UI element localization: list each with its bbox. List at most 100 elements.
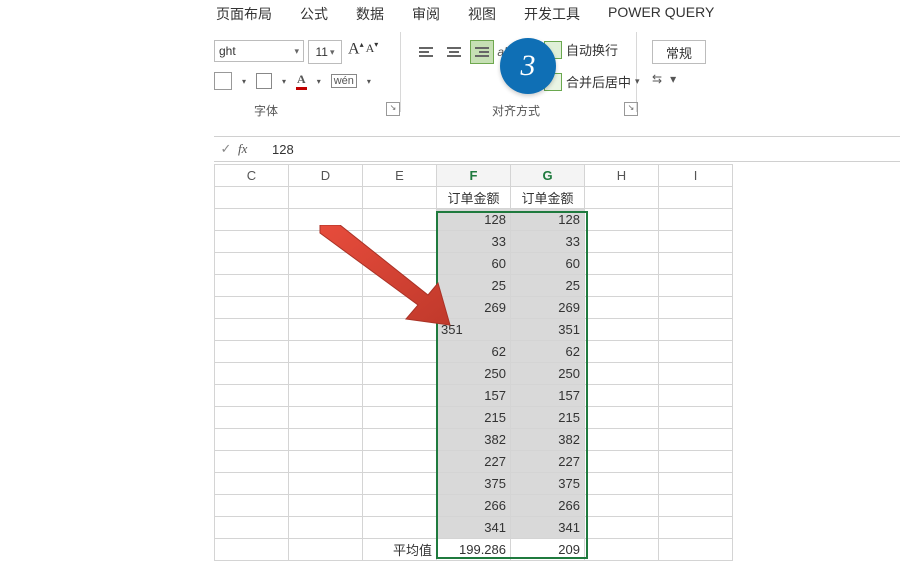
cell[interactable] <box>289 407 363 429</box>
cell[interactable] <box>659 275 733 297</box>
cell[interactable] <box>289 429 363 451</box>
cell[interactable] <box>659 517 733 539</box>
worksheet-grid[interactable]: C D E F G H I 订单金额 订单金额 1281283333606025… <box>214 164 733 561</box>
align-dialog-launcher[interactable]: ↘ <box>624 102 638 116</box>
cell[interactable]: 199.286 <box>437 539 511 561</box>
cell[interactable] <box>363 517 437 539</box>
cell[interactable] <box>363 341 437 363</box>
cell[interactable] <box>289 275 363 297</box>
cell[interactable]: 227 <box>511 451 585 473</box>
cell[interactable]: 62 <box>511 341 585 363</box>
tab-page-layout[interactable]: 页面布局 <box>216 4 272 24</box>
cell[interactable] <box>585 231 659 253</box>
font-grow-shrink[interactable]: A▴ A▾ <box>348 40 378 58</box>
cell[interactable] <box>585 495 659 517</box>
cell[interactable]: 25 <box>511 275 585 297</box>
column-header-i[interactable]: I <box>659 165 733 187</box>
cell[interactable] <box>289 363 363 385</box>
column-header-f[interactable]: F <box>437 165 511 187</box>
cell[interactable]: 341 <box>437 517 511 539</box>
cell[interactable]: 375 <box>437 473 511 495</box>
cell[interactable] <box>289 253 363 275</box>
cell[interactable] <box>289 451 363 473</box>
cell[interactable]: 341 <box>511 517 585 539</box>
formula-bar-value[interactable]: 128 <box>266 142 294 157</box>
cell[interactable]: 266 <box>511 495 585 517</box>
increase-font-icon[interactable]: A▴ <box>348 40 364 58</box>
column-header-h[interactable]: H <box>585 165 659 187</box>
tab-review[interactable]: 审阅 <box>412 4 440 24</box>
cell[interactable] <box>659 407 733 429</box>
cell[interactable] <box>363 407 437 429</box>
cell[interactable]: 157 <box>437 385 511 407</box>
cell[interactable] <box>659 385 733 407</box>
cell[interactable] <box>659 429 733 451</box>
cell[interactable] <box>659 539 733 561</box>
align-center-button[interactable] <box>442 40 466 64</box>
cell[interactable] <box>215 429 289 451</box>
tab-formulas[interactable]: 公式 <box>300 4 328 24</box>
cell[interactable] <box>585 539 659 561</box>
cell[interactable] <box>659 341 733 363</box>
font-dialog-launcher[interactable]: ↘ <box>386 102 400 116</box>
tab-view[interactable]: 视图 <box>468 4 496 24</box>
column-header-d[interactable]: D <box>289 165 363 187</box>
cell[interactable] <box>289 231 363 253</box>
cell[interactable] <box>659 231 733 253</box>
cell[interactable]: 382 <box>511 429 585 451</box>
cell[interactable] <box>289 385 363 407</box>
cell[interactable] <box>363 231 437 253</box>
tab-data[interactable]: 数据 <box>356 4 384 24</box>
cell[interactable] <box>289 539 363 561</box>
cell[interactable] <box>585 385 659 407</box>
cell[interactable]: 209 <box>511 539 585 561</box>
cell[interactable] <box>215 407 289 429</box>
cell[interactable]: 375 <box>511 473 585 495</box>
cell[interactable]: 订单金额 <box>437 187 511 209</box>
cell[interactable] <box>215 341 289 363</box>
wrap-text-button[interactable]: 自动换行 <box>544 40 618 59</box>
cell[interactable] <box>659 297 733 319</box>
cell[interactable] <box>215 363 289 385</box>
cell[interactable] <box>215 451 289 473</box>
cell[interactable] <box>363 495 437 517</box>
align-right-button[interactable] <box>470 40 494 64</box>
column-header-e[interactable]: E <box>363 165 437 187</box>
cell[interactable] <box>215 209 289 231</box>
cell[interactable] <box>585 275 659 297</box>
cell[interactable] <box>659 473 733 495</box>
enter-check-icon[interactable]: ✓ <box>214 141 238 157</box>
cell[interactable]: 62 <box>437 341 511 363</box>
decrease-font-icon[interactable]: A▾ <box>366 40 379 58</box>
cell[interactable]: 157 <box>511 385 585 407</box>
cell[interactable] <box>659 363 733 385</box>
cell[interactable]: 33 <box>511 231 585 253</box>
cell[interactable] <box>363 319 437 341</box>
cell[interactable] <box>215 275 289 297</box>
cell[interactable] <box>585 429 659 451</box>
fx-button[interactable]: fx <box>238 141 266 157</box>
cell[interactable] <box>363 451 437 473</box>
tab-power-query[interactable]: POWER QUERY <box>608 4 714 24</box>
font-name-combobox[interactable]: ght ▾ <box>214 40 304 62</box>
cell[interactable]: 351 <box>437 319 511 341</box>
cell[interactable] <box>585 341 659 363</box>
cell[interactable] <box>363 297 437 319</box>
cell[interactable] <box>585 319 659 341</box>
cell[interactable] <box>659 451 733 473</box>
cell[interactable]: 351 <box>511 319 585 341</box>
cell[interactable] <box>585 297 659 319</box>
cell[interactable] <box>215 495 289 517</box>
cell[interactable] <box>659 319 733 341</box>
cell[interactable] <box>363 385 437 407</box>
cell[interactable] <box>289 341 363 363</box>
cell[interactable] <box>289 319 363 341</box>
tab-developer[interactable]: 开发工具 <box>524 4 580 24</box>
cell[interactable] <box>659 209 733 231</box>
cell[interactable] <box>363 429 437 451</box>
cell[interactable] <box>585 473 659 495</box>
cell[interactable] <box>585 363 659 385</box>
column-header-c[interactable]: C <box>215 165 289 187</box>
cell[interactable] <box>289 495 363 517</box>
cell[interactable] <box>585 451 659 473</box>
